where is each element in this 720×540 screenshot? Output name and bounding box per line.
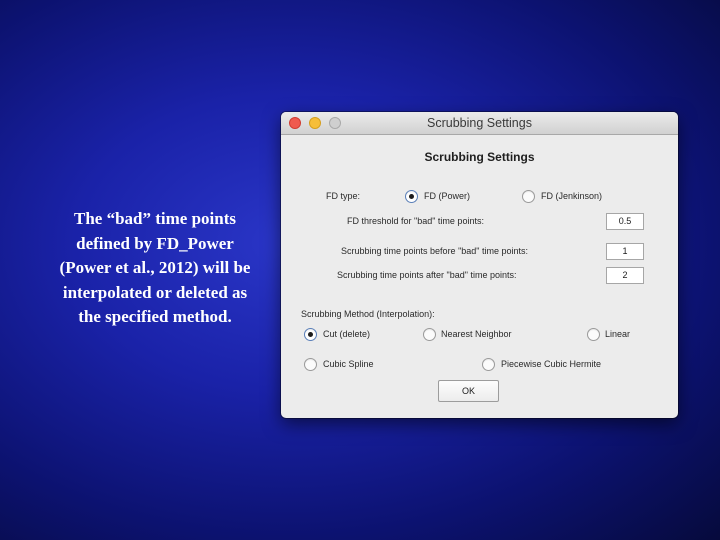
- caption-line: The “bad” time points: [74, 209, 236, 228]
- method-nearest-radio[interactable]: [423, 328, 436, 341]
- fd-threshold-field[interactable]: 0.5: [606, 213, 644, 230]
- scrub-after-field[interactable]: 2: [606, 267, 644, 284]
- method-cubic-spline-label[interactable]: Cubic Spline: [323, 359, 374, 369]
- caption-line: the specified method.: [78, 307, 232, 326]
- fd-type-label: FD type:: [326, 191, 361, 201]
- title-bar[interactable]: Scrubbing Settings: [281, 112, 678, 135]
- scrub-before-field[interactable]: 1: [606, 243, 644, 260]
- fd-jenkinson-radio-label[interactable]: FD (Jenkinson): [541, 191, 602, 201]
- method-nearest-label[interactable]: Nearest Neighbor: [441, 329, 512, 339]
- caption-line: defined by FD_Power: [76, 233, 234, 253]
- caption-line: interpolated or deleted as: [62, 282, 248, 302]
- ok-button[interactable]: OK: [438, 380, 499, 402]
- fd-power-radio-label[interactable]: FD (Power): [424, 191, 470, 201]
- method-pchip-label[interactable]: Piecewise Cubic Hermite: [501, 359, 601, 369]
- slide-caption: The “bad” time points defined by FD_Powe…: [36, 207, 274, 330]
- method-cut-radio[interactable]: [304, 328, 317, 341]
- method-cut-label[interactable]: Cut (delete): [323, 329, 370, 339]
- method-pchip-radio[interactable]: [482, 358, 495, 371]
- caption-line: (Power et al., 2012) will be: [59, 258, 251, 277]
- method-linear-label[interactable]: Linear: [605, 329, 630, 339]
- window-title: Scrubbing Settings: [427, 116, 532, 130]
- scrub-before-label: Scrubbing time points before "bad" time …: [341, 246, 528, 256]
- fd-threshold-label: FD threshold for "bad" time points:: [347, 216, 484, 226]
- dialog-heading: Scrubbing Settings: [424, 150, 535, 164]
- scrubbing-method-label: Scrubbing Method (Interpolation):: [301, 309, 435, 319]
- fd-power-radio[interactable]: [405, 190, 418, 203]
- method-linear-radio[interactable]: [587, 328, 600, 341]
- method-cubic-spline-radio[interactable]: [304, 358, 317, 371]
- fd-jenkinson-radio[interactable]: [522, 190, 535, 203]
- scrubbing-settings-window: Scrubbing Settings Scrubbing Settings FD…: [281, 112, 678, 418]
- scrub-after-label: Scrubbing time points after "bad" time p…: [337, 270, 517, 280]
